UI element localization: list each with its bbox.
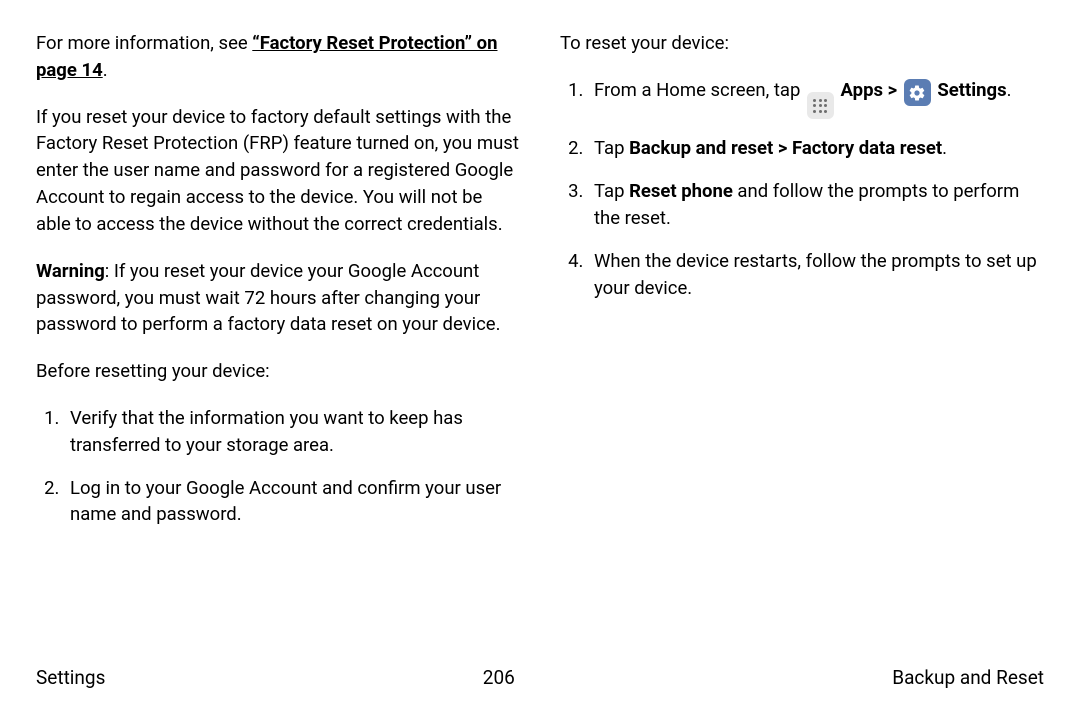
warning-label: Warning — [36, 260, 105, 282]
before-steps-list: Verify that the information you want to … — [36, 405, 520, 528]
step3-bold: Reset phone — [629, 180, 733, 202]
intro-prefix: For more information, see — [36, 32, 252, 54]
page-number: 206 — [483, 664, 515, 692]
right-column: To reset your device: From a Home screen… — [560, 30, 1044, 548]
reset-heading: To reset your device: — [560, 30, 1044, 57]
apps-icon — [807, 92, 834, 119]
step3-prefix: Tap — [594, 180, 629, 202]
two-column-layout: For more information, see “Factory Reset… — [36, 30, 1044, 548]
reset-steps-list: From a Home screen, tap Apps > Se — [560, 77, 1044, 302]
gear-icon — [908, 84, 926, 102]
warning-text: : If you reset your device your Google A… — [36, 260, 500, 336]
list-item: Verify that the information you want to … — [64, 405, 520, 459]
left-column: For more information, see “Factory Reset… — [36, 30, 520, 548]
warning-paragraph: Warning: If you reset your device your G… — [36, 258, 520, 338]
step2-suffix: . — [942, 137, 947, 159]
before-heading: Before resetting your device: — [36, 358, 520, 385]
footer-right: Backup and Reset — [892, 664, 1044, 692]
page-root: For more information, see “Factory Reset… — [0, 0, 1080, 720]
intro-paragraph: For more information, see “Factory Reset… — [36, 30, 520, 84]
step2-prefix: Tap — [594, 137, 629, 159]
intro-suffix: . — [103, 59, 108, 81]
frp-paragraph: If you reset your device to factory defa… — [36, 104, 520, 238]
list-item: When the device restarts, follow the pro… — [588, 248, 1044, 302]
list-item: Tap Reset phone and follow the prompts t… — [588, 178, 1044, 232]
step1-suffix: . — [1007, 79, 1012, 101]
list-item: From a Home screen, tap Apps > Se — [588, 77, 1044, 120]
chevron-right-icon: > — [883, 79, 902, 101]
apps-label: Apps — [841, 79, 883, 101]
footer-left: Settings — [36, 664, 105, 692]
settings-label: Settings — [937, 79, 1006, 101]
list-item: Log in to your Google Account and confir… — [64, 475, 520, 529]
apps-grid-icon — [813, 99, 827, 113]
page-footer: Settings 206 Backup and Reset — [36, 664, 1044, 692]
step1-prefix: From a Home screen, tap — [594, 79, 805, 101]
list-item: Tap Backup and reset > Factory data rese… — [588, 135, 1044, 162]
settings-icon — [904, 79, 931, 106]
step2-bold: Backup and reset > Factory data reset — [629, 137, 942, 159]
